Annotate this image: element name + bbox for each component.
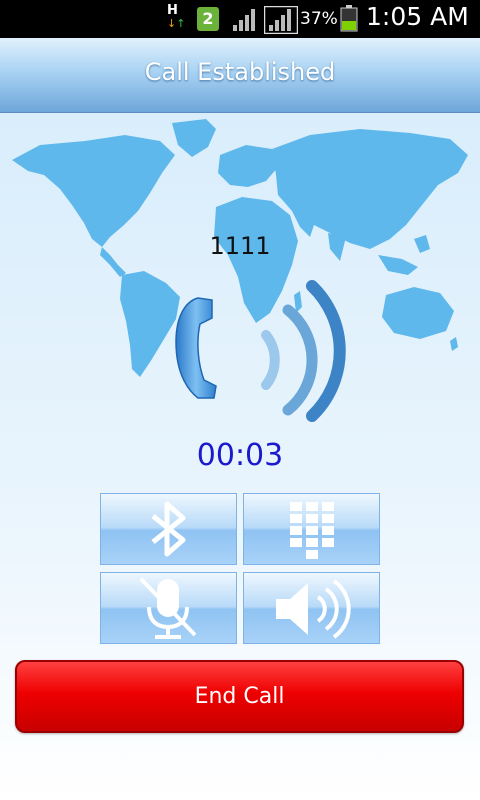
dialpad-icon: [290, 502, 334, 559]
signal-icon: [233, 9, 255, 31]
called-number: 1111: [209, 232, 271, 260]
status-bar: H ↓↑ 2 37% 1:05 AM: [0, 0, 480, 38]
status-time: 1:05 AM: [366, 2, 469, 31]
data-transfer-icon: ↓↑: [167, 17, 186, 30]
page-title: Call Established: [144, 58, 336, 86]
phone-call-icon: [175, 280, 346, 422]
bluetooth-button[interactable]: [100, 493, 237, 565]
battery-percent: 37%: [300, 9, 338, 29]
speaker-icon: [276, 579, 351, 639]
bluetooth-icon: [151, 501, 186, 557]
end-call-button[interactable]: End Call: [15, 660, 464, 733]
notification-badge-icon: 2: [197, 7, 219, 31]
speaker-button[interactable]: [243, 572, 380, 644]
battery-icon: [340, 5, 358, 32]
call-timer: 00:03: [196, 438, 284, 473]
signal-icon: [264, 6, 298, 34]
title-bar: Call Established: [0, 38, 480, 113]
mute-button[interactable]: [100, 572, 237, 644]
keypad-button[interactable]: [243, 493, 380, 565]
network-type-label: H: [167, 3, 178, 18]
microphone-muted-icon: [139, 577, 197, 639]
